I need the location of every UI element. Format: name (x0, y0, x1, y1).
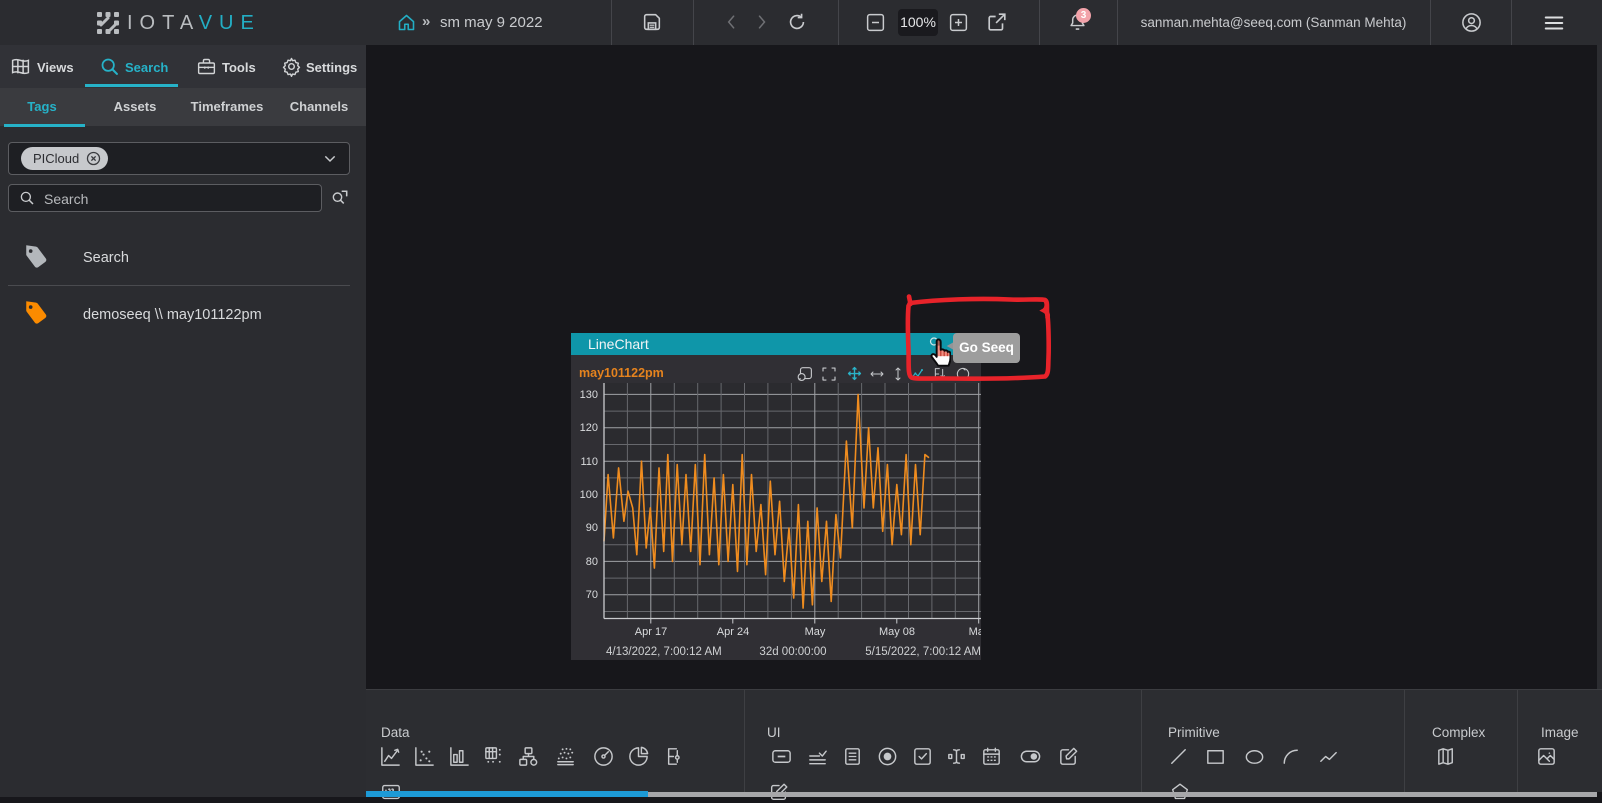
svg-text:May 08: May 08 (879, 626, 915, 638)
svg-text:Apr 17: Apr 17 (635, 626, 667, 638)
svg-text:130: 130 (580, 389, 598, 401)
svg-text:80: 80 (586, 556, 598, 568)
svg-text:100: 100 (580, 489, 598, 501)
svg-text:70: 70 (586, 589, 598, 601)
svg-text:110: 110 (580, 456, 598, 468)
svg-text:Apr 24: Apr 24 (717, 626, 749, 638)
svg-text:May: May (805, 626, 826, 638)
svg-text:120: 120 (580, 422, 598, 434)
svg-text:May: May (969, 626, 981, 638)
svg-text:90: 90 (586, 522, 598, 534)
